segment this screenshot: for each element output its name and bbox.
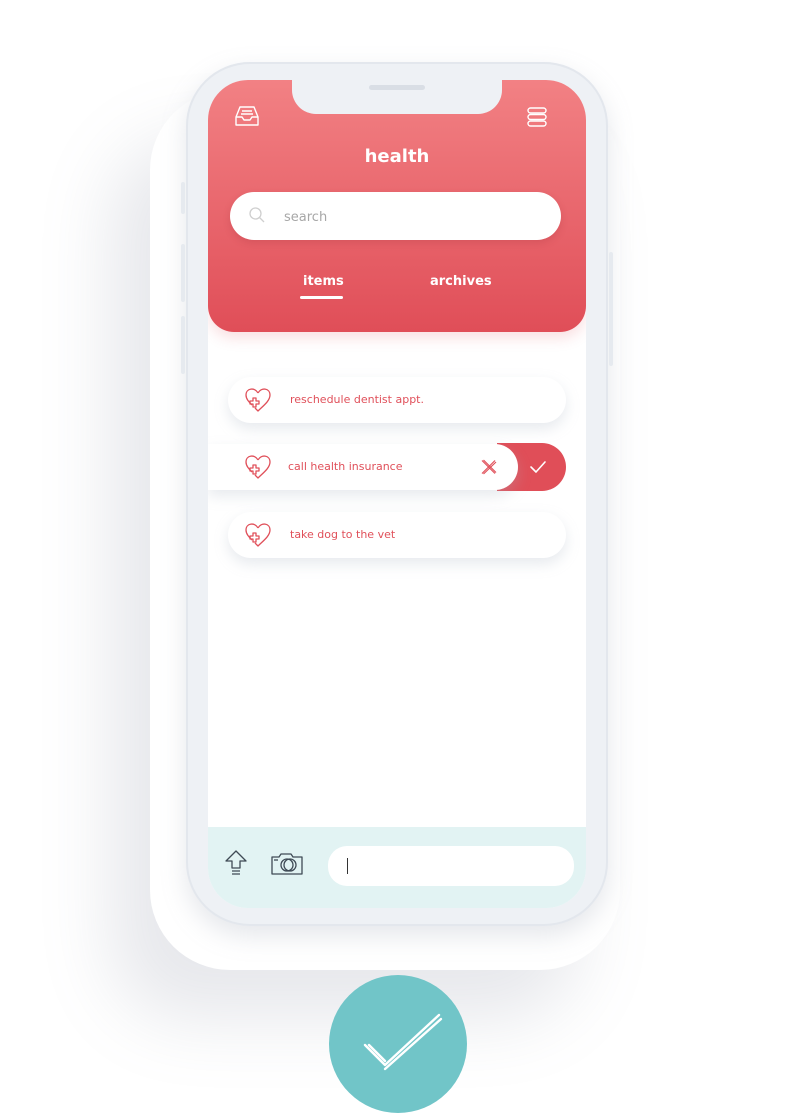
- mute-switch: [181, 182, 185, 214]
- page-title: health: [364, 146, 430, 167]
- speaker-grille: [369, 85, 425, 90]
- list-item[interactable]: take dog to the vet: [228, 512, 566, 558]
- checkmark-icon: [361, 1011, 443, 1081]
- heart-plus-icon: [244, 522, 272, 552]
- heart-plus-icon: [244, 454, 272, 484]
- heart-plus-icon: [244, 387, 272, 417]
- confirm-badge[interactable]: [329, 975, 467, 1113]
- tab-archives[interactable]: archives: [430, 274, 492, 289]
- list-item[interactable]: reschedule dentist appt.: [228, 377, 566, 423]
- message-input[interactable]: [328, 846, 574, 886]
- upload-arrow-icon[interactable]: [224, 849, 248, 883]
- camera-icon[interactable]: [270, 851, 304, 881]
- close-x-icon[interactable]: [480, 459, 498, 479]
- bottom-input-bar: [208, 827, 586, 908]
- search-bar[interactable]: [230, 192, 561, 242]
- volume-down-button: [181, 316, 185, 374]
- item-label: call health insurance: [288, 460, 403, 473]
- volume-up-button: [181, 244, 185, 302]
- text-cursor: [347, 858, 348, 874]
- power-button: [609, 252, 613, 366]
- list-item-swiped[interactable]: call health insurance: [208, 444, 518, 490]
- search-icon: [248, 206, 266, 228]
- checkmark-icon: [529, 459, 547, 479]
- menu-stack-icon[interactable]: [526, 106, 548, 132]
- phone-screen: health items archives reschedule dentist…: [208, 80, 586, 908]
- app-header: health items archives: [208, 80, 586, 332]
- item-label: reschedule dentist appt.: [290, 393, 424, 406]
- search-input[interactable]: [282, 192, 546, 242]
- phone-notch: [292, 80, 502, 114]
- item-label: take dog to the vet: [290, 528, 396, 541]
- inbox-tray-icon[interactable]: [234, 104, 260, 132]
- active-tab-indicator: [300, 296, 343, 299]
- tab-items[interactable]: items: [303, 274, 344, 289]
